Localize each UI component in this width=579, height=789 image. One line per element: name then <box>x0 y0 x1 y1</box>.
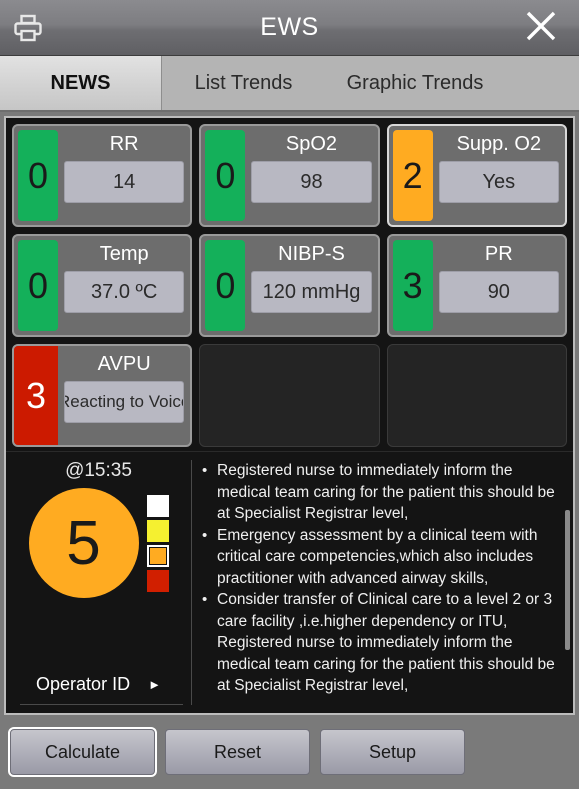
list-item: Emergency assessment by a clinical teem … <box>200 525 559 590</box>
summary-panel: @15:35 5 Operator ID ► • Registered nurs… <box>6 451 573 713</box>
score-badge: 3 <box>392 240 433 331</box>
title-bar: EWS <box>0 0 579 56</box>
tile-body: PR 90 <box>433 236 565 335</box>
tile-body: RR 14 <box>58 126 190 225</box>
summary-score-section: @15:35 5 Operator ID ► <box>6 452 191 713</box>
print-button[interactable] <box>0 0 56 56</box>
recommendations-section: Registered nurse to immediately inform t… <box>192 452 573 713</box>
operator-id-label: Operator ID <box>36 674 131 694</box>
parameter-label: Supp. O2 <box>456 133 542 155</box>
content-area: 0 RR 14 0 SpO2 98 2 Supp. O2 Yes 0 Temp … <box>4 116 575 715</box>
score-badge: 2 <box>392 130 433 221</box>
tile-body: NIBP-S 120 mmHg <box>245 236 377 335</box>
parameter-tile-supp-o2[interactable]: 2 Supp. O2 Yes <box>386 124 567 227</box>
close-button[interactable] <box>513 0 569 56</box>
parameter-tile-spo2[interactable]: 0 SpO2 98 <box>199 124 380 227</box>
parameter-label: SpO2 <box>285 133 338 155</box>
parameter-value[interactable]: 14 <box>64 161 185 203</box>
parameter-tile-temp[interactable]: 0 Temp 37.0 ºC <box>12 234 193 337</box>
close-icon <box>524 9 558 48</box>
tab-bar: NEWS List Trends Graphic Trends <box>0 56 579 112</box>
tab-label: Graphic Trends <box>346 71 484 94</box>
score-badge: 0 <box>205 240 246 331</box>
parameter-tile-rr[interactable]: 0 RR 14 <box>12 124 193 227</box>
parameter-value[interactable]: Yes <box>438 161 559 203</box>
parameter-tile-pr[interactable]: 3 PR 90 <box>386 234 567 337</box>
tile-body: Supp. O2 Yes <box>433 126 565 225</box>
tab-news[interactable]: NEWS <box>0 56 162 110</box>
parameter-value[interactable]: 120 mmHg <box>251 271 372 313</box>
calculate-button[interactable]: Calculate <box>8 727 157 777</box>
divider <box>20 704 183 705</box>
tab-label: List Trends <box>194 71 293 94</box>
list-item: Consider transfer of Clinical care to a … <box>200 589 559 697</box>
parameter-value[interactable]: 90 <box>438 271 559 313</box>
legend-swatch-red[interactable] <box>146 569 169 592</box>
tab-label: NEWS <box>50 71 111 94</box>
parameter-value[interactable]: Reacting to Voice <box>64 381 185 423</box>
risk-legend <box>146 494 169 592</box>
score-badge: 0 <box>18 130 58 221</box>
setup-button[interactable]: Setup <box>320 729 465 775</box>
parameter-label: Temp <box>99 243 149 265</box>
tab-graphic-trends[interactable]: Graphic Trends <box>325 56 505 110</box>
legend-swatch-yellow[interactable] <box>146 519 169 542</box>
tile-body: AVPU Reacting to Voice <box>58 346 190 445</box>
action-button-bar: Calculate Reset Setup <box>0 715 579 789</box>
arrow-right-icon: ► <box>148 677 161 692</box>
parameter-tile-empty <box>386 344 567 447</box>
window-title: EWS <box>260 13 319 41</box>
legend-swatch-white[interactable] <box>146 494 169 517</box>
score-badge: 3 <box>14 346 58 445</box>
reset-button[interactable]: Reset <box>165 729 310 775</box>
tab-list-trends[interactable]: List Trends <box>162 56 325 110</box>
parameter-grid: 0 RR 14 0 SpO2 98 2 Supp. O2 Yes 0 Temp … <box>6 118 573 451</box>
parameter-tile-empty <box>199 344 380 447</box>
printer-icon <box>13 14 43 42</box>
parameter-value[interactable]: 98 <box>251 161 372 203</box>
total-score-circle: 5 <box>28 488 139 598</box>
ews-window: EWS NEWS List Trends Graphic Trends 0 RR… <box>0 0 579 789</box>
parameter-label: RR <box>109 133 139 155</box>
tab-bar-filler <box>505 56 579 110</box>
parameter-tile-nibp-s[interactable]: 0 NIBP-S 120 mmHg <box>199 234 380 337</box>
parameter-tile-avpu[interactable]: 3 AVPU Reacting to Voice <box>12 344 193 447</box>
operator-id-button[interactable]: Operator ID ► <box>6 674 191 695</box>
total-score-row: 5 <box>28 488 169 598</box>
timestamp: @15:35 <box>65 460 132 481</box>
parameter-label: NIBP-S <box>278 243 345 265</box>
tile-body: Temp 37.0 ºC <box>58 236 190 335</box>
score-badge: 0 <box>205 130 246 221</box>
legend-swatch-orange[interactable] <box>146 544 169 567</box>
parameter-label: AVPU <box>97 353 151 375</box>
score-badge: 0 <box>18 240 58 331</box>
parameter-value[interactable]: 37.0 ºC <box>64 271 185 313</box>
tile-body: SpO2 98 <box>245 126 377 225</box>
scrollbar-thumb[interactable] <box>565 510 570 650</box>
recommendation-list: Registered nurse to immediately inform t… <box>200 460 559 697</box>
list-item: Registered nurse to immediately inform t… <box>200 460 559 525</box>
parameter-label: PR <box>484 243 513 265</box>
